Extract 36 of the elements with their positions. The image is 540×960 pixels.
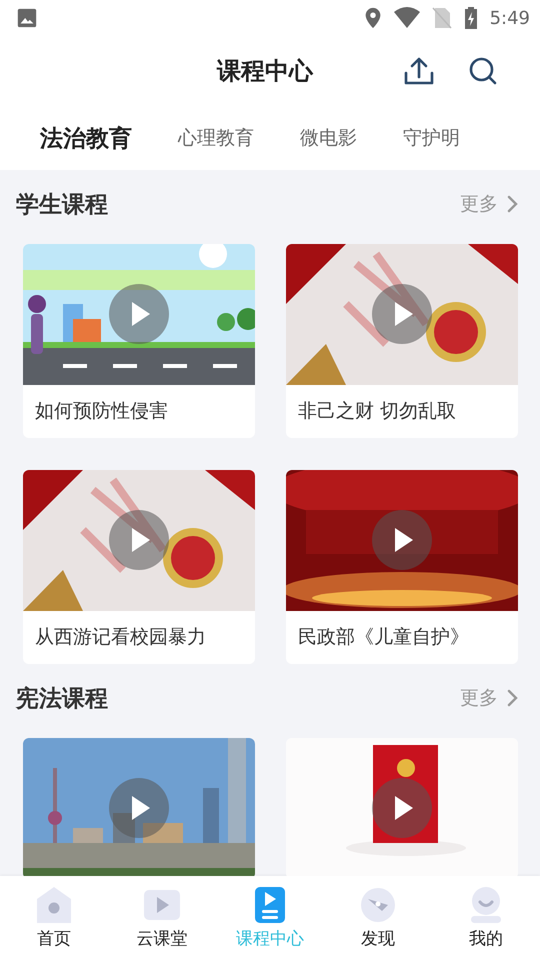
course-title: 非己之财 切勿乱取	[297, 399, 458, 424]
image-icon	[16, 7, 38, 29]
chevron-icon	[506, 195, 518, 213]
page-title: 课程中心	[217, 56, 313, 87]
location-icon	[364, 7, 382, 29]
course-title: 民政部《儿童自护》	[297, 625, 470, 650]
section-title: 学生课程	[16, 190, 108, 220]
course-card[interactable]: 民政部《儿童自护》	[286, 470, 518, 664]
course-card[interactable]: 从西游记看校园暴力	[23, 470, 255, 664]
clock-time: 5:49	[490, 8, 530, 28]
play-icon[interactable]	[372, 510, 432, 570]
category-tab[interactable]: 心理教育	[178, 125, 254, 151]
course-title: 从西游记看校园暴力	[34, 625, 207, 650]
nav-tab[interactable]: 我的	[436, 886, 536, 950]
wifi-icon	[394, 7, 420, 29]
play-icon[interactable]	[372, 778, 432, 838]
nav-tab[interactable]: 云课堂	[112, 886, 212, 950]
category-tab[interactable]: 微电影	[300, 125, 357, 151]
play-icon[interactable]	[109, 778, 169, 838]
nav-tab[interactable]: 发现	[328, 886, 428, 950]
category-tab[interactable]: 法治教育	[40, 122, 132, 154]
section-title: 宪法课程	[16, 684, 108, 714]
nav-tab[interactable]: 首页	[4, 886, 104, 950]
share-icon[interactable]	[404, 57, 434, 85]
person-icon	[468, 886, 504, 922]
document-icon	[252, 886, 288, 922]
course-title: 如何预防性侵害	[34, 399, 169, 424]
home-icon	[36, 886, 72, 922]
course-card[interactable]: 非己之财 切勿乱取	[286, 244, 518, 438]
chevron-icon	[506, 689, 518, 707]
category-tab[interactable]: 守护明	[403, 125, 460, 151]
battery-icon	[464, 7, 478, 29]
search-icon[interactable]	[469, 57, 497, 85]
no-sim-icon	[432, 7, 452, 29]
compass-icon	[360, 886, 396, 922]
course-card[interactable]: 如何预防性侵害	[23, 244, 255, 438]
